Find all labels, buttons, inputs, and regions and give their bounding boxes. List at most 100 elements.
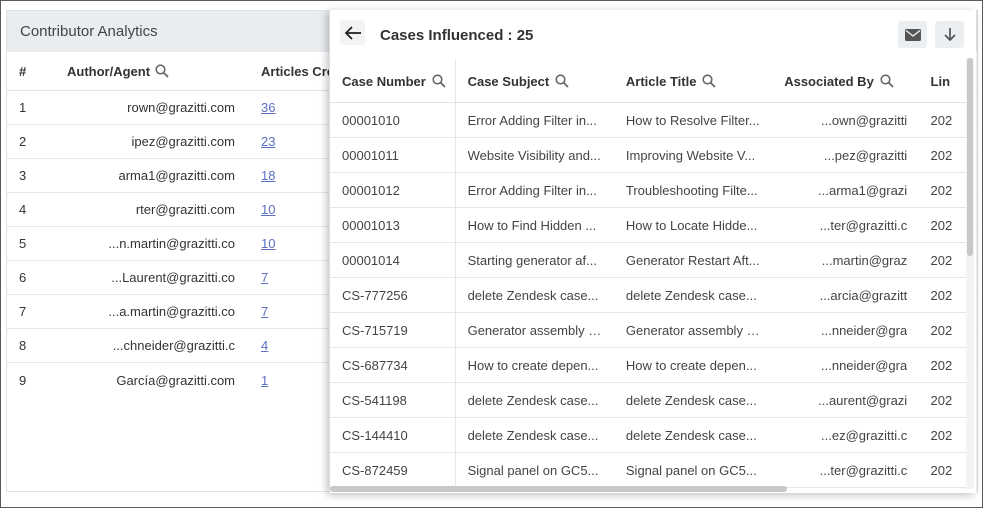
case-row[interactable]: CS-777256 delete Zendesk case... delete Ze…	[330, 278, 970, 313]
case-subject-text: Error Adding Filter in...	[467, 112, 597, 128]
case-row[interactable]: CS-715719 Generator assembly i... Generato…	[330, 313, 970, 348]
linked-cell: 202	[930, 287, 953, 303]
article-title-text: delete Zendesk case...	[625, 427, 757, 443]
vertical-scrollbar-thumb[interactable]	[967, 58, 973, 256]
case-row[interactable]: 00001010 Error Adding Filter in... How to …	[330, 103, 970, 138]
associated-by-cell: ter@grazitti.c...	[772, 218, 930, 233]
article-title-cell: Signal panel on GC5...	[614, 463, 772, 478]
associated-by-text: ter@grazitti.c...	[819, 217, 908, 233]
article-title-cell: Generator Restart Aft...	[614, 253, 772, 268]
linked-cell: 202	[930, 322, 953, 338]
case-subject-cell: How to Find Hidden ...	[456, 218, 614, 233]
author-cell: rter@grazitti.com	[67, 202, 260, 217]
case-row[interactable]: 00001013 How to Find Hidden ... How to Loc…	[330, 208, 970, 243]
associated-by-text: arcia@grazitt...	[819, 287, 908, 303]
search-icon[interactable]	[555, 74, 569, 88]
case-number-cell: CS-715719	[330, 313, 456, 347]
column-header-label: Case Number	[342, 73, 426, 89]
search-icon[interactable]	[880, 74, 894, 88]
article-title-cell: delete Zendesk case...	[614, 393, 772, 408]
associated-by-text: arma1@grazi...	[818, 182, 908, 198]
articles-count-link[interactable]: 10	[261, 202, 275, 217]
article-title-cell: Troubleshooting Filte...	[614, 183, 772, 198]
associated-by-text: ter@grazitti.c...	[819, 462, 908, 478]
case-subject-text: Signal panel on GC5...	[467, 462, 599, 478]
case-row[interactable]: 00001012 Error Adding Filter in... Trouble…	[330, 173, 970, 208]
articles-count-link[interactable]: 18	[261, 168, 275, 183]
case-row[interactable]: CS-541198 delete Zendesk case... delete Ze…	[330, 383, 970, 418]
articles-count-link[interactable]: 36	[261, 100, 275, 115]
article-title-text: Generator Restart Aft...	[625, 252, 760, 268]
case-subject-cell: Error Adding Filter in...	[456, 113, 614, 128]
associated-by-text: nneider@gra...	[821, 357, 908, 373]
column-header-case-number: Case Number	[330, 60, 456, 102]
case-row[interactable]: 00001014 Starting generator af... Generato…	[330, 243, 970, 278]
article-title-text: Signal panel on GC5...	[625, 462, 757, 478]
case-subject-cell: Generator assembly i...	[456, 323, 614, 338]
author-cell: Laurent@grazitti.co...	[67, 270, 260, 285]
articles-count-link[interactable]: 10	[261, 236, 275, 251]
column-header-case-subject: Case Subject	[456, 74, 614, 89]
column-header-label: Case Subject	[467, 73, 550, 89]
associated-by-cell: aurent@grazi...	[772, 393, 930, 408]
case-subject-text: delete Zendesk case...	[467, 287, 599, 303]
case-row[interactable]: CS-872459 Signal panel on GC5... Signal pa…	[330, 453, 970, 488]
associated-by-text: aurent@grazi...	[818, 392, 908, 408]
author-cell: García@grazitti.com	[67, 373, 260, 388]
author-cell: arma1@grazitti.com	[67, 168, 260, 183]
search-icon[interactable]	[702, 74, 717, 88]
linked-cell: 202	[930, 462, 953, 478]
case-row[interactable]: 00001011 Website Visibility and... Improvi…	[330, 138, 970, 173]
case-subject-cell: Starting generator af...	[456, 253, 614, 268]
search-icon[interactable]	[432, 74, 446, 88]
horizontal-scrollbar-thumb[interactable]	[330, 486, 787, 492]
case-row[interactable]: CS-687734 How to create depen... How to cr…	[330, 348, 970, 383]
email-button[interactable]	[898, 21, 927, 48]
author-cell: a.martin@grazitti.co...	[67, 304, 260, 319]
articles-count-link[interactable]: 7	[261, 270, 268, 285]
article-title-cell: Generator assembly i...	[614, 323, 772, 338]
case-subject-cell: delete Zendesk case...	[456, 428, 614, 443]
case-number-cell: 00001014	[330, 243, 456, 277]
case-subject-text: delete Zendesk case...	[467, 392, 599, 408]
article-title-text: delete Zendesk case...	[625, 392, 757, 408]
search-icon[interactable]	[155, 64, 169, 78]
associated-by-cell: pez@grazitti...	[772, 148, 930, 163]
back-button[interactable]	[340, 20, 365, 45]
article-title-cell: delete Zendesk case...	[614, 288, 772, 303]
row-number: 9	[19, 372, 27, 388]
associated-by-cell: own@grazitti...	[772, 113, 930, 128]
row-number: 2	[19, 134, 27, 149]
articles-count-link[interactable]: 7	[261, 304, 268, 319]
associated-by-text: ez@grazitti.c...	[821, 427, 908, 443]
linked-cell: 202	[930, 217, 953, 233]
linked-cell: 202	[930, 392, 953, 408]
associated-by-cell: arma1@grazi...	[772, 183, 930, 198]
case-subject-text: Error Adding Filter in...	[467, 182, 597, 198]
linked-cell: 202	[930, 147, 953, 163]
article-title-text: Improving Website V...	[625, 147, 756, 163]
article-title-text: Troubleshooting Filte...	[625, 182, 758, 198]
case-row[interactable]: CS-144410 delete Zendesk case... delete Ze…	[330, 418, 970, 453]
associated-by-cell: martin@graz...	[772, 253, 930, 268]
associated-by-cell: ez@grazitti.c...	[772, 428, 930, 443]
column-header-label: Associated By	[784, 73, 874, 89]
drawer-header: Cases Influenced : 25	[330, 10, 976, 60]
case-subject-cell: delete Zendesk case...	[456, 288, 614, 303]
drawer-title: Cases Influenced : 25	[380, 27, 534, 44]
author-cell: n.martin@grazitti.co...	[67, 236, 260, 251]
download-button[interactable]	[935, 21, 964, 48]
row-number: 6	[19, 270, 27, 285]
articles-count-link[interactable]: 23	[261, 134, 275, 149]
article-title-text: How to create depen...	[625, 357, 757, 373]
associated-by-text: martin@graz...	[821, 252, 908, 268]
associated-by-text: pez@grazitti...	[823, 147, 908, 163]
associated-by-cell: nneider@gra...	[772, 358, 930, 373]
linked-cell: 202	[930, 252, 953, 268]
articles-count-link[interactable]: 1	[261, 373, 268, 388]
author-email: rown@grazitti.com	[127, 100, 235, 115]
articles-count-link[interactable]: 4	[261, 338, 268, 353]
linked-cell: 202	[930, 427, 953, 443]
mail-icon	[904, 28, 921, 41]
article-title-text: How to Resolve Filter...	[625, 112, 760, 128]
